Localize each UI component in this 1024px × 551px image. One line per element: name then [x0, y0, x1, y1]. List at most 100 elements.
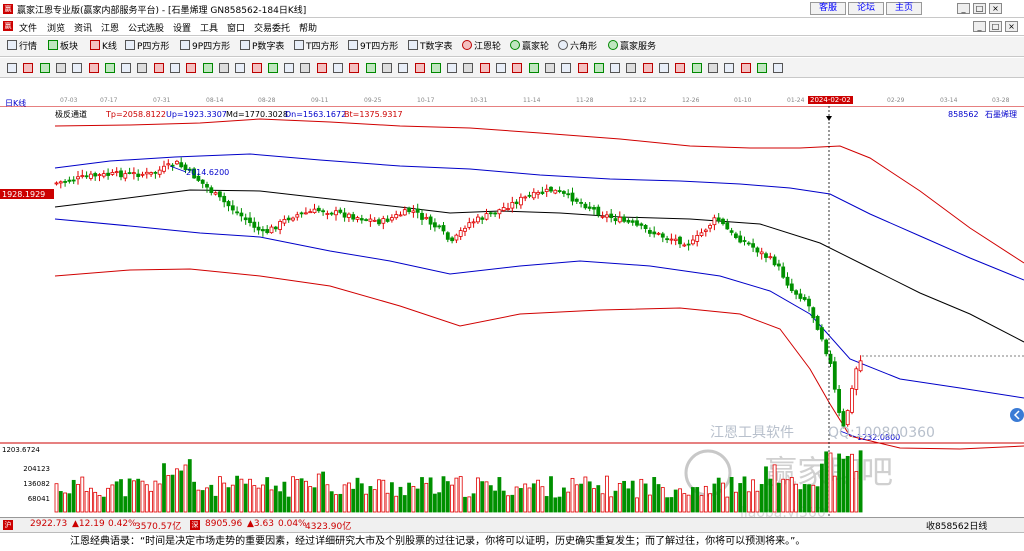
candle-body[interactable] — [549, 186, 553, 192]
candle-body[interactable] — [669, 238, 674, 241]
candle-body[interactable] — [398, 214, 403, 217]
draw-tool-icon[interactable] — [235, 63, 246, 73]
draw-tool-icon[interactable] — [218, 63, 229, 73]
draw-tool-icon[interactable] — [430, 63, 441, 73]
toolbar-square-button[interactable]: P四方形 — [125, 40, 169, 54]
candle-body[interactable] — [217, 191, 222, 198]
draw-tool-icon[interactable] — [88, 63, 99, 73]
minimize-button[interactable]: _ — [957, 3, 970, 14]
candle-body[interactable] — [101, 173, 106, 177]
candle-body[interactable] — [166, 163, 171, 166]
candle-body[interactable] — [566, 193, 571, 196]
candle-body[interactable] — [794, 290, 798, 295]
draw-tool-icon[interactable] — [512, 63, 523, 73]
close-button[interactable]: × — [989, 3, 1002, 14]
draw-tool-icon[interactable] — [724, 63, 735, 73]
candle-body[interactable] — [458, 230, 463, 237]
candle-body[interactable] — [832, 361, 837, 390]
candle-body[interactable] — [97, 174, 102, 176]
candle-body[interactable] — [153, 171, 158, 174]
candle-body[interactable] — [149, 172, 154, 175]
candle-body[interactable] — [484, 213, 489, 220]
candle-body[interactable] — [282, 218, 287, 224]
candle-body[interactable] — [93, 173, 98, 177]
candle-body[interactable] — [652, 231, 657, 235]
candle-body[interactable] — [463, 227, 467, 232]
menu-info[interactable]: 资讯 — [74, 21, 92, 34]
candle-body[interactable] — [58, 181, 63, 184]
candle-body[interactable] — [123, 173, 128, 179]
candle-body[interactable] — [424, 217, 429, 220]
draw-tool-icon[interactable] — [707, 63, 718, 73]
candle-body[interactable] — [514, 201, 519, 205]
candle-body[interactable] — [501, 207, 506, 211]
candle-body[interactable] — [205, 184, 209, 188]
candle-body[interactable] — [531, 191, 536, 199]
candle-body[interactable] — [523, 196, 528, 199]
menu-help[interactable]: 帮助 — [299, 21, 317, 34]
candle-body[interactable] — [850, 388, 854, 413]
kline-chart[interactable]: 极反通道 Tp=2058.8122 Up=1923.3307 Md=1770.3028… — [0, 106, 1024, 517]
candle-body[interactable] — [639, 223, 644, 226]
candle-body[interactable] — [699, 232, 704, 236]
draw-tool-icon[interactable] — [740, 63, 751, 73]
candle-body[interactable] — [346, 213, 351, 218]
candle-body[interactable] — [686, 243, 691, 246]
link-service[interactable]: 客服 — [810, 2, 847, 15]
candle-body[interactable] — [807, 298, 811, 307]
draw-tool-icon[interactable] — [349, 63, 360, 73]
menu-file[interactable]: 文件 — [19, 21, 37, 34]
draw-tool-icon[interactable] — [398, 63, 409, 73]
draw-tool-icon[interactable] — [55, 63, 66, 73]
candle-body[interactable] — [260, 229, 265, 232]
child-close-button[interactable]: × — [1005, 21, 1018, 32]
candle-body[interactable] — [471, 221, 476, 224]
toolbar-gann-wheel-button[interactable]: 江恩轮 — [462, 40, 501, 54]
candle-body[interactable] — [235, 211, 240, 214]
candle-body[interactable] — [772, 256, 777, 266]
candle-body[interactable] — [708, 225, 712, 229]
candle-body[interactable] — [325, 213, 330, 215]
candle-body[interactable] — [777, 263, 781, 267]
candle-body[interactable] — [174, 160, 179, 165]
candle-body[interactable] — [454, 234, 459, 241]
candle-body[interactable] — [695, 235, 700, 242]
candle-body[interactable] — [89, 173, 93, 179]
draw-tool-icon[interactable] — [479, 63, 490, 73]
candle-body[interactable] — [703, 229, 708, 232]
toolbar-hexagon-button[interactable]: 六角形 — [558, 40, 597, 54]
candle-body[interactable] — [630, 220, 635, 223]
menu-window[interactable]: 窗口 — [227, 21, 245, 34]
candle-body[interactable] — [734, 233, 738, 238]
draw-tool-icon[interactable] — [121, 63, 132, 73]
candle-body[interactable] — [200, 179, 205, 184]
child-maximize-button[interactable]: □ — [989, 21, 1002, 32]
candle-body[interactable] — [828, 353, 833, 364]
toolbar-t-square9-button[interactable]: 9T四方形 — [348, 40, 398, 54]
candle-body[interactable] — [854, 368, 859, 390]
candle-body[interactable] — [316, 207, 321, 212]
toolbar-sector-button[interactable]: 板块 — [48, 40, 78, 54]
draw-tool-icon[interactable] — [186, 63, 197, 73]
candle-body[interactable] — [824, 339, 829, 355]
candle-body[interactable] — [527, 194, 532, 197]
toolbar-winner-wheel-button[interactable]: 赢家轮 — [510, 40, 549, 54]
candle-body[interactable] — [785, 276, 790, 286]
candle-body[interactable] — [768, 256, 773, 259]
candle-body[interactable] — [858, 360, 863, 372]
candle-body[interactable] — [248, 217, 252, 223]
candle-body[interactable] — [359, 218, 364, 221]
draw-tool-icon[interactable] — [626, 63, 637, 73]
candle-body[interactable] — [450, 237, 455, 242]
toolbar-t-square-button[interactable]: T四方形 — [294, 40, 339, 54]
menu-gann[interactable]: 江恩 — [101, 21, 119, 34]
candle-body[interactable] — [781, 266, 786, 278]
candle-body[interactable] — [394, 214, 399, 219]
candle-body[interactable] — [420, 212, 424, 220]
candle-body[interactable] — [660, 233, 665, 238]
candle-body[interactable] — [278, 221, 283, 230]
toolbar-kline-button[interactable]: K线 — [90, 40, 117, 54]
toolbar-quote-button[interactable]: 行情 — [7, 40, 37, 54]
candle-body[interactable] — [488, 212, 493, 215]
draw-tool-icon[interactable] — [300, 63, 311, 73]
